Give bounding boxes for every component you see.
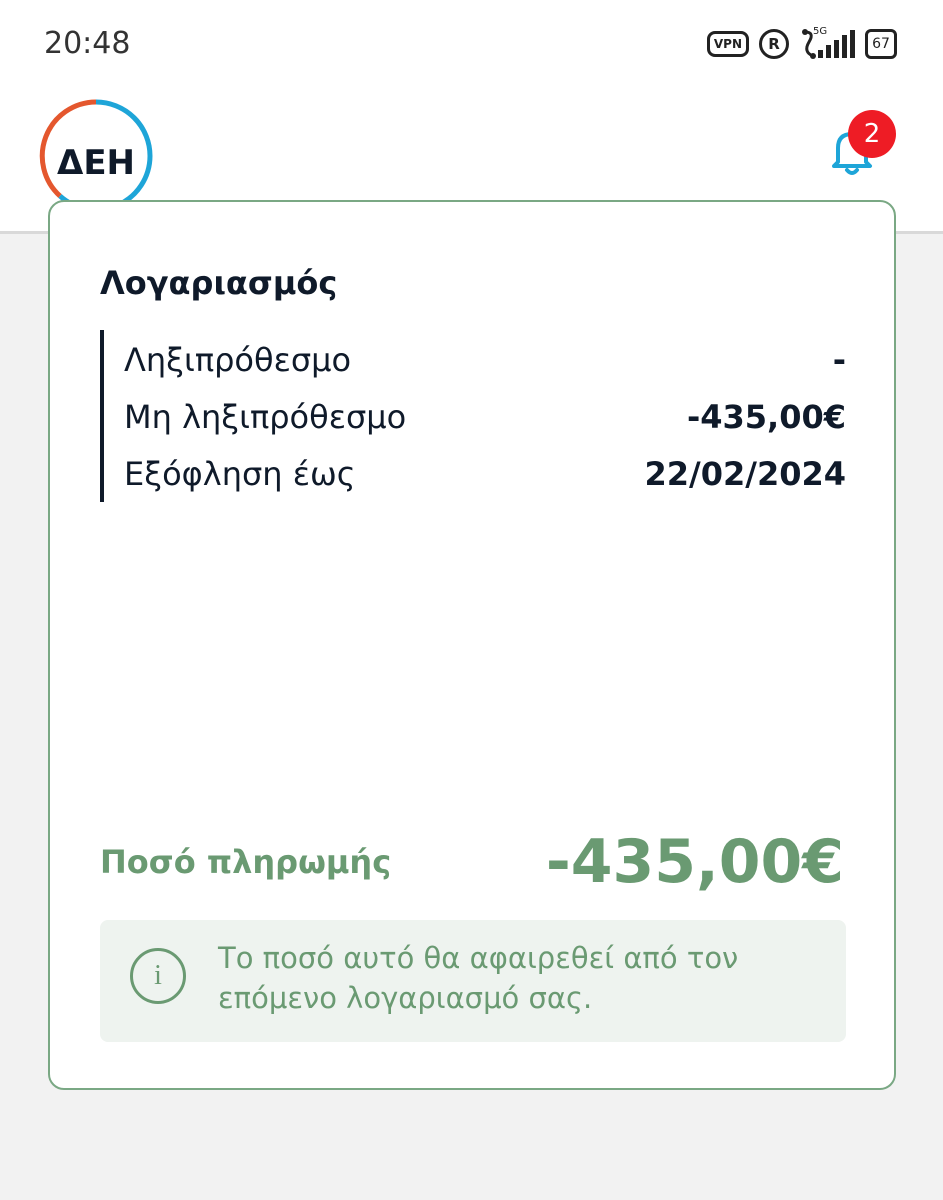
- signal-icon: [818, 30, 855, 58]
- info-icon: i: [130, 948, 186, 1004]
- detail-label: Εξόφληση έως: [124, 455, 356, 493]
- detail-row-due-date: Εξόφληση έως 22/02/2024: [124, 454, 846, 494]
- detail-label: Μη ληξιπρόθεσμο: [124, 398, 407, 436]
- status-bar: 20:48 VPN R 5G 67: [0, 0, 943, 90]
- detail-value: -: [832, 341, 846, 379]
- info-text: Το ποσό αυτό θα αφαιρεθεί από τον επόμεν…: [218, 941, 739, 1015]
- detail-row-not-overdue: Μη ληξιπρόθεσμο -435,00€: [124, 397, 846, 437]
- vpn-icon: VPN: [706, 31, 749, 57]
- registered-icon: R: [759, 29, 789, 59]
- detail-value: -435,00€: [686, 398, 846, 436]
- notifications-badge: 2: [848, 110, 896, 158]
- info-notice: i Το ποσό αυτό θα αφαιρεθεί από τον επόμ…: [100, 920, 846, 1042]
- account-title: Λογαριασμός: [100, 264, 338, 302]
- battery-icon: 67: [865, 29, 897, 59]
- payment-amount-label: Ποσό πληρωμής: [100, 843, 392, 881]
- payment-amount-value: -435,00€: [545, 827, 844, 897]
- detail-label: Ληξιπρόθεσμο: [124, 341, 352, 379]
- status-time: 20:48: [44, 26, 131, 61]
- detail-row-overdue: Ληξιπρόθεσμο -: [124, 340, 846, 380]
- payment-amount-row: Ποσό πληρωμής -435,00€: [100, 822, 844, 902]
- account-details: Ληξιπρόθεσμο - Μη ληξιπρόθεσμο -435,00€ …: [100, 330, 846, 502]
- status-icons: VPN R 5G 67: [706, 26, 897, 60]
- logo-ring-icon: ΔΕΗ: [39, 99, 153, 213]
- dei-logo[interactable]: ΔΕΗ: [38, 98, 154, 214]
- account-card: Λογαριασμός Ληξιπρόθεσμο - Μη ληξιπρόθεσ…: [48, 200, 896, 1090]
- logo-text: ΔΕΗ: [57, 143, 135, 183]
- detail-value: 22/02/2024: [644, 455, 847, 493]
- network-5g-icon: 5G: [799, 26, 855, 60]
